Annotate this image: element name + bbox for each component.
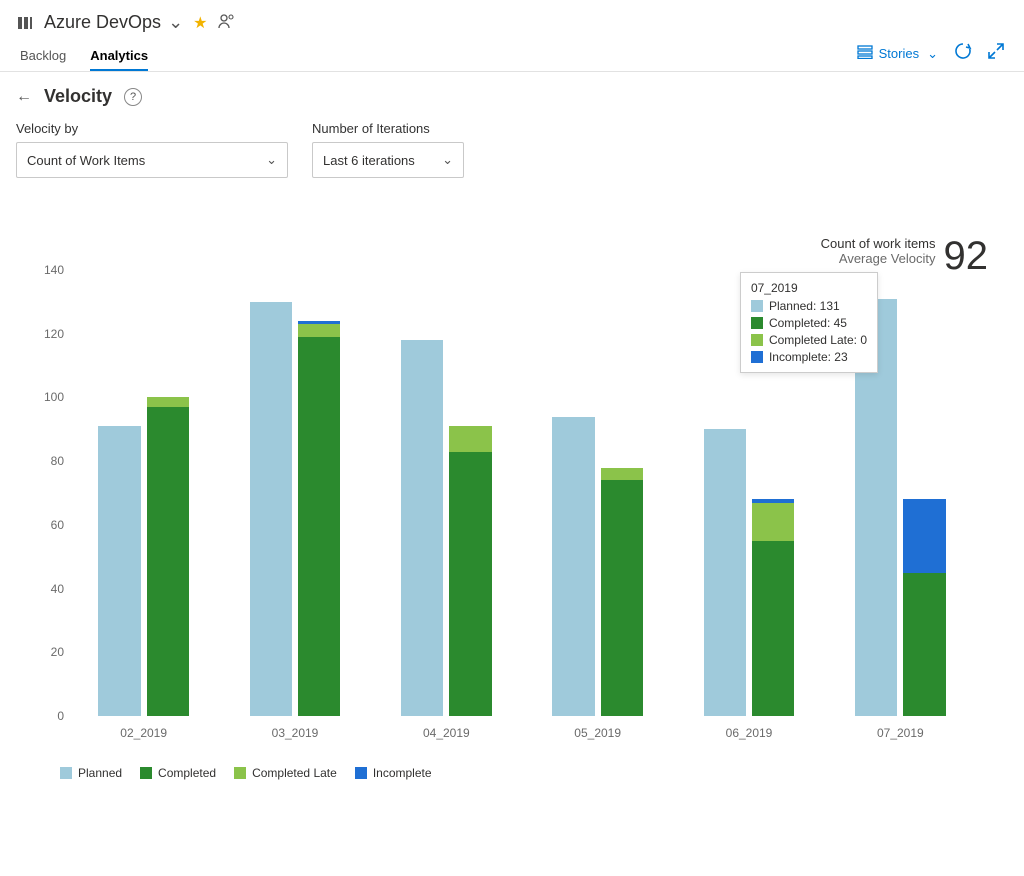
- filter-velocity-by: Velocity by Count of Work Items ⌄: [16, 121, 288, 178]
- bar-completed-late[interactable]: [147, 397, 189, 407]
- tab-analytics[interactable]: Analytics: [90, 48, 148, 71]
- chevron-down-icon: ⌄: [168, 12, 183, 33]
- swatch: [751, 317, 763, 329]
- swatch: [751, 351, 763, 363]
- bar-completed[interactable]: [298, 337, 340, 716]
- bar-planned[interactable]: [704, 429, 746, 716]
- star-icon[interactable]: ★: [193, 13, 207, 33]
- y-tick: 60: [40, 518, 64, 532]
- app-title-text: Azure DevOps: [44, 12, 161, 32]
- bar-completed-late[interactable]: [298, 324, 340, 337]
- swatch: [234, 767, 246, 779]
- select-velocity-by[interactable]: Count of Work Items ⌄: [16, 142, 288, 178]
- bar-completed-late[interactable]: [449, 426, 491, 451]
- swatch: [751, 334, 763, 346]
- filter-iterations-label: Number of Iterations: [312, 121, 464, 136]
- top-bar: Azure DevOps ⌄ ★: [0, 0, 1024, 39]
- chevron-down-icon: ⌄: [442, 152, 453, 168]
- bar-completed[interactable]: [449, 452, 491, 716]
- y-tick: 120: [40, 327, 64, 341]
- bar-incomplete[interactable]: [903, 499, 945, 572]
- chevron-down-icon: ⌄: [927, 46, 938, 62]
- bar-planned[interactable]: [552, 417, 594, 716]
- bar-completed[interactable]: [752, 541, 794, 716]
- stories-label: Stories: [879, 46, 919, 61]
- tooltip-title: 07_2019: [751, 281, 867, 295]
- legend-label: Completed: [158, 766, 216, 780]
- swatch: [355, 767, 367, 779]
- help-icon[interactable]: ?: [124, 88, 142, 106]
- filter-iterations: Number of Iterations Last 6 iterations ⌄: [312, 121, 464, 178]
- select-velocity-by-value: Count of Work Items: [27, 153, 145, 168]
- devops-icon: [16, 14, 34, 32]
- back-icon[interactable]: ←: [16, 88, 32, 106]
- x-tick: 07_2019: [877, 726, 924, 740]
- bar-planned[interactable]: [250, 302, 292, 716]
- tooltip-row: Completed: 45: [769, 316, 847, 330]
- bar-planned[interactable]: [98, 426, 140, 716]
- y-tick: 80: [40, 454, 64, 468]
- select-iterations[interactable]: Last 6 iterations ⌄: [312, 142, 464, 178]
- bar-completed[interactable]: [903, 573, 945, 716]
- bar-completed-late[interactable]: [601, 468, 643, 481]
- tab-bar-right: Stories ⌄: [857, 42, 1004, 71]
- legend-label: Planned: [78, 766, 122, 780]
- y-tick: 20: [40, 645, 64, 659]
- chart-legend: Planned Completed Completed Late Incompl…: [60, 766, 432, 780]
- filters: Velocity by Count of Work Items ⌄ Number…: [16, 121, 1008, 178]
- select-iterations-value: Last 6 iterations: [323, 153, 415, 168]
- x-tick: 02_2019: [120, 726, 167, 740]
- swatch: [751, 300, 763, 312]
- bar-incomplete[interactable]: [298, 321, 340, 324]
- y-tick: 140: [40, 263, 64, 277]
- bar-planned[interactable]: [401, 340, 443, 716]
- chart-tooltip: 07_2019 Planned: 131 Completed: 45 Compl…: [740, 272, 878, 373]
- swatch: [140, 767, 152, 779]
- x-tick: 03_2019: [272, 726, 319, 740]
- legend-label: Incomplete: [373, 766, 432, 780]
- stories-icon: [857, 45, 873, 62]
- tooltip-row: Planned: 131: [769, 299, 840, 313]
- tooltip-row: Incomplete: 23: [769, 350, 848, 364]
- page-head: ← Velocity ?: [16, 86, 1008, 107]
- filter-velocity-by-label: Velocity by: [16, 121, 288, 136]
- bar-incomplete[interactable]: [752, 499, 794, 502]
- legend-label: Completed Late: [252, 766, 337, 780]
- bar-completed[interactable]: [601, 480, 643, 716]
- x-tick: 05_2019: [574, 726, 621, 740]
- team-icon[interactable]: [218, 13, 236, 32]
- y-tick: 100: [40, 390, 64, 404]
- swatch: [60, 767, 72, 779]
- y-tick: 40: [40, 582, 64, 596]
- x-tick: 04_2019: [423, 726, 470, 740]
- x-tick: 06_2019: [726, 726, 773, 740]
- refresh-icon[interactable]: [954, 42, 972, 65]
- tab-bar: Backlog Analytics Stories ⌄: [0, 39, 1024, 72]
- app-title[interactable]: Azure DevOps ⌄: [44, 12, 183, 33]
- tab-backlog[interactable]: Backlog: [20, 48, 66, 71]
- chevron-down-icon: ⌄: [266, 152, 277, 168]
- page-title: Velocity: [44, 86, 112, 107]
- velocity-chart: 0 20 40 60 80 100 120 140 02_2019 03_2019 04_2019 0…: [38, 204, 986, 790]
- bar-completed-late[interactable]: [752, 503, 794, 541]
- fullscreen-icon[interactable]: [988, 43, 1004, 64]
- y-tick: 0: [40, 709, 64, 723]
- page-body: ← Velocity ? Velocity by Count of Work I…: [0, 72, 1024, 790]
- view-stories[interactable]: Stories ⌄: [857, 45, 938, 62]
- bar-completed[interactable]: [147, 407, 189, 716]
- tooltip-row: Completed Late: 0: [769, 333, 867, 347]
